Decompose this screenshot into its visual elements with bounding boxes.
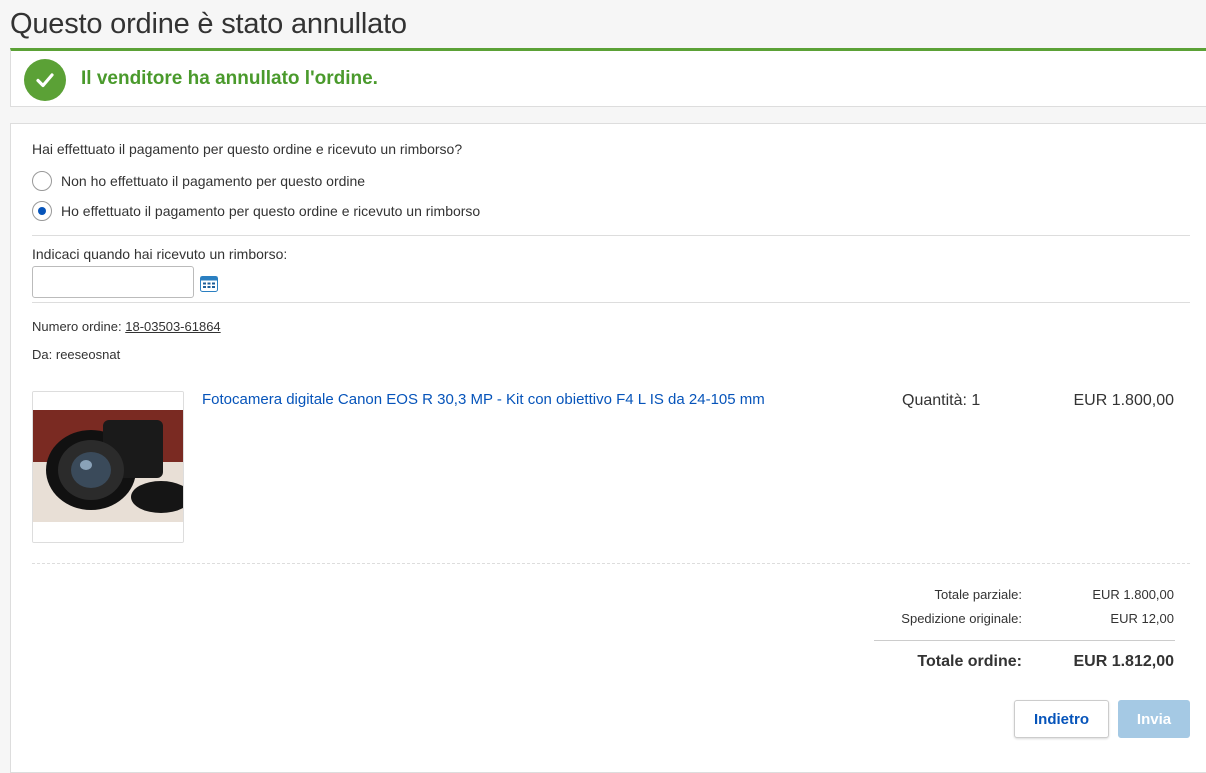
- subtotal-value: EUR 1.800,00: [1092, 587, 1174, 602]
- item-quantity: Quantità: 1: [902, 392, 981, 409]
- send-button[interactable]: Invia: [1118, 700, 1190, 738]
- radio-not-paid[interactable]: [32, 171, 52, 191]
- calendar-icon[interactable]: [199, 274, 219, 294]
- radio-not-paid-label[interactable]: Non ho effettuato il pagamento per quest…: [61, 173, 365, 189]
- divider: [874, 640, 1175, 641]
- divider-dashed: [32, 563, 1190, 564]
- total-label: Totale ordine:: [917, 653, 1022, 670]
- order-number-row: Numero ordine: 18-03503-61864: [32, 319, 221, 334]
- divider: [32, 302, 1190, 303]
- seller-name: reeseosnat: [55, 347, 121, 362]
- product-title-link[interactable]: Fotocamera digitale Canon EOS R 30,3 MP …: [202, 391, 765, 408]
- seller-label: Da:: [32, 347, 53, 362]
- shipping-label: Spedizione originale:: [901, 611, 1022, 626]
- back-button[interactable]: Indietro: [1014, 700, 1109, 738]
- order-number-label: Numero ordine:: [32, 319, 122, 334]
- order-number-link[interactable]: 18-03503-61864: [125, 319, 220, 334]
- refund-date-label: Indicaci quando hai ricevuto un rimborso…: [32, 246, 288, 262]
- radio-paid-refunded[interactable]: [32, 201, 52, 221]
- subtotal-label: Totale parziale:: [934, 587, 1022, 602]
- refund-date-input[interactable]: [32, 266, 194, 298]
- divider: [32, 235, 1190, 236]
- order-card: Hai effettuato il pagamento per questo o…: [10, 123, 1206, 773]
- product-image[interactable]: [32, 391, 184, 543]
- page-title: Questo ordine è stato annullato: [10, 8, 407, 40]
- seller-row: Da: reeseosnat: [32, 347, 120, 362]
- banner-message: Il venditore ha annullato l'ordine.: [81, 68, 378, 89]
- status-banner: Il venditore ha annullato l'ordine.: [10, 48, 1206, 107]
- payment-question: Hai effettuato il pagamento per questo o…: [32, 141, 463, 157]
- success-check-icon: [24, 59, 66, 101]
- radio-paid-refunded-label[interactable]: Ho effettuato il pagamento per questo or…: [61, 203, 480, 219]
- shipping-value: EUR 12,00: [1110, 611, 1174, 626]
- item-price: EUR 1.800,00: [1073, 392, 1174, 409]
- total-value: EUR 1.812,00: [1073, 653, 1174, 670]
